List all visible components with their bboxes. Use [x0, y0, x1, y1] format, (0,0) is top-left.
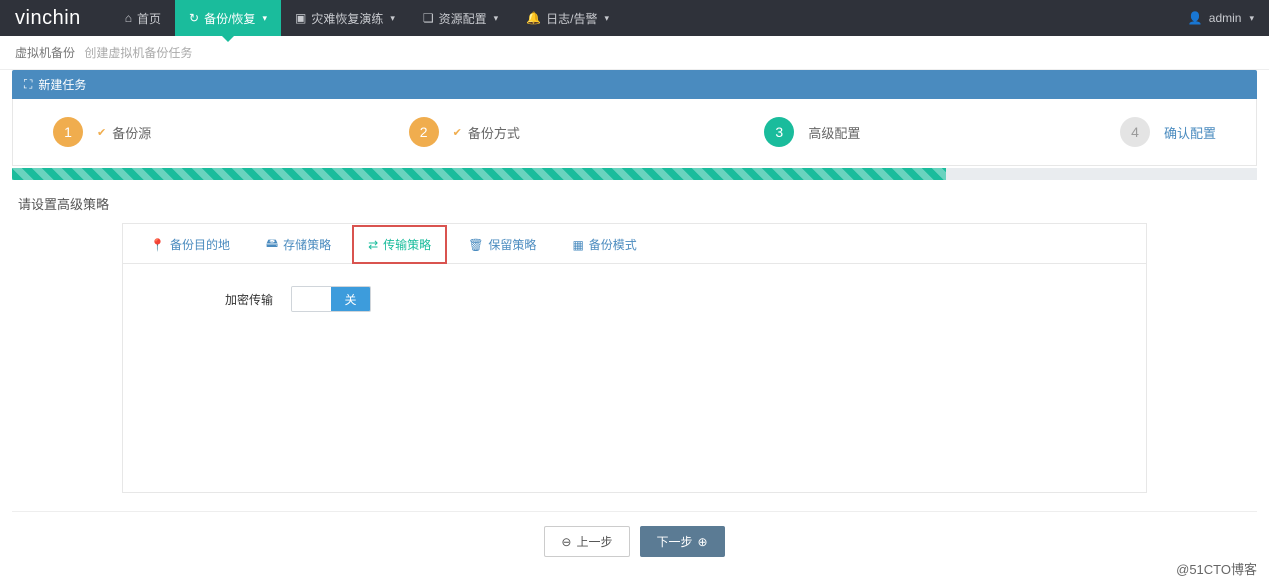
check-icon: ✔	[97, 126, 106, 139]
arrow-left-icon: ⊖	[561, 535, 571, 549]
step-4-label: 确认配置	[1164, 123, 1216, 142]
prev-button-label: 上一步	[576, 533, 612, 550]
nav-dr[interactable]: ▣ 灾难恢复演练 ▾	[281, 0, 409, 36]
home-icon: ⌂	[125, 11, 132, 25]
breadcrumb-main[interactable]: 虚拟机备份	[15, 46, 75, 60]
tab-transfer[interactable]: ⇄ 传输策略	[352, 225, 447, 264]
next-button-label: 下一步	[657, 533, 693, 550]
topbar: vinchin ⌂ 首页 ↻ 备份/恢复 ▾ ▣ 灾难恢复演练 ▾ ❏ 资源配置…	[0, 0, 1269, 36]
section-heading: 请设置高级策略	[12, 180, 1257, 223]
nav-resource-label: 资源配置	[439, 10, 487, 27]
prev-button[interactable]: ⊖ 上一步	[544, 526, 629, 557]
chevron-down-icon: ▾	[262, 13, 267, 24]
advanced-policy-panel: 📍 备份目的地 🖴 存储策略 ⇄ 传输策略 🗑 保留策略 ▦ 备份模式 加密传输	[122, 223, 1147, 493]
nav-backup[interactable]: ↻ 备份/恢复 ▾	[175, 0, 281, 36]
main-nav: ⌂ 首页 ↻ 备份/恢复 ▾ ▣ 灾难恢复演练 ▾ ❏ 资源配置 ▾ 🔔 日志/…	[111, 0, 623, 36]
wizard-steps: 1 ✔ 备份源 2 ✔ 备份方式 3 高级配置 4 确认配置	[12, 99, 1257, 166]
chevron-down-icon: ▾	[604, 13, 609, 24]
tab-mode-label: 备份模式	[589, 236, 637, 253]
tab-destination-label: 备份目的地	[170, 236, 230, 253]
step-4-number: 4	[1120, 117, 1150, 147]
disk-icon: 🖴	[266, 234, 278, 255]
step-3-label: 高级配置	[808, 123, 860, 142]
panel-title-text: 新建任务	[38, 76, 86, 93]
nav-log[interactable]: 🔔 日志/告警 ▾	[512, 0, 623, 36]
encrypt-toggle[interactable]: 关	[291, 286, 371, 312]
step-3-number: 3	[764, 117, 794, 147]
server-icon: ❏	[423, 11, 434, 25]
watermark: @51CTO博客	[1176, 559, 1257, 578]
progress-bar	[12, 168, 1257, 180]
pin-icon: 📍	[150, 238, 165, 252]
check-icon: ✔	[453, 126, 462, 139]
policy-tabs: 📍 备份目的地 🖴 存储策略 ⇄ 传输策略 🗑 保留策略 ▦ 备份模式	[123, 224, 1146, 264]
next-button[interactable]: 下一步 ⊕	[640, 526, 725, 557]
progress-fill	[12, 168, 946, 180]
nav-home[interactable]: ⌂ 首页	[111, 0, 175, 36]
tab-content: 加密传输 关	[123, 264, 1146, 492]
user-menu[interactable]: 👤 admin ▾	[1188, 11, 1254, 25]
toggle-off-side: 关	[331, 287, 370, 311]
tab-transfer-label: 传输策略	[383, 236, 431, 253]
tab-destination[interactable]: 📍 备份目的地	[135, 225, 245, 264]
grid-icon: ▦	[572, 238, 583, 252]
nav-home-label: 首页	[137, 10, 161, 27]
step-2-label: ✔ 备份方式	[453, 123, 520, 142]
chevron-down-icon: ▾	[1249, 13, 1254, 24]
tab-mode[interactable]: ▦ 备份模式	[557, 225, 651, 264]
refresh-icon: ↻	[189, 11, 199, 25]
nav-resource[interactable]: ❏ 资源配置 ▾	[409, 0, 512, 36]
arrow-right-icon: ⊕	[698, 535, 708, 549]
nav-log-label: 日志/告警	[546, 10, 597, 27]
trash-icon: 🗑	[468, 238, 483, 252]
transfer-icon: ⇄	[368, 238, 378, 252]
step-1-label: ✔ 备份源	[97, 123, 151, 142]
tab-storage-label: 存储策略	[283, 236, 331, 253]
breadcrumb: 虚拟机备份 创建虚拟机备份任务	[0, 36, 1269, 70]
toggle-on-side	[292, 287, 331, 311]
chevron-down-icon: ▾	[390, 13, 395, 24]
screen-icon: ▣	[295, 11, 306, 25]
bell-icon: 🔔	[526, 11, 541, 25]
step-4: 4 确认配置	[1120, 117, 1216, 147]
user-icon: 👤	[1188, 11, 1203, 25]
progress-rest	[946, 168, 1257, 180]
wizard-footer: ⊖ 上一步 下一步 ⊕	[12, 511, 1257, 571]
tab-retain[interactable]: 🗑 保留策略	[453, 225, 551, 264]
step-2: 2 ✔ 备份方式	[409, 117, 765, 147]
brand-logo: vinchin	[15, 7, 81, 30]
step-3: 3 高级配置	[764, 117, 1120, 147]
panel-title: ⛶ 新建任务	[12, 70, 1257, 99]
step-1: 1 ✔ 备份源	[53, 117, 409, 147]
breadcrumb-sub: 创建虚拟机备份任务	[84, 46, 192, 60]
nav-dr-label: 灾难恢复演练	[311, 10, 383, 27]
tab-storage[interactable]: 🖴 存储策略	[251, 225, 346, 264]
tab-retain-label: 保留策略	[488, 236, 536, 253]
encrypt-label: 加密传输	[153, 291, 273, 308]
step-2-number: 2	[409, 117, 439, 147]
cube-icon: ⛶	[24, 77, 32, 92]
chevron-down-icon: ▾	[494, 13, 499, 24]
nav-backup-label: 备份/恢复	[204, 10, 255, 27]
step-1-number: 1	[53, 117, 83, 147]
user-name: admin	[1209, 11, 1242, 25]
